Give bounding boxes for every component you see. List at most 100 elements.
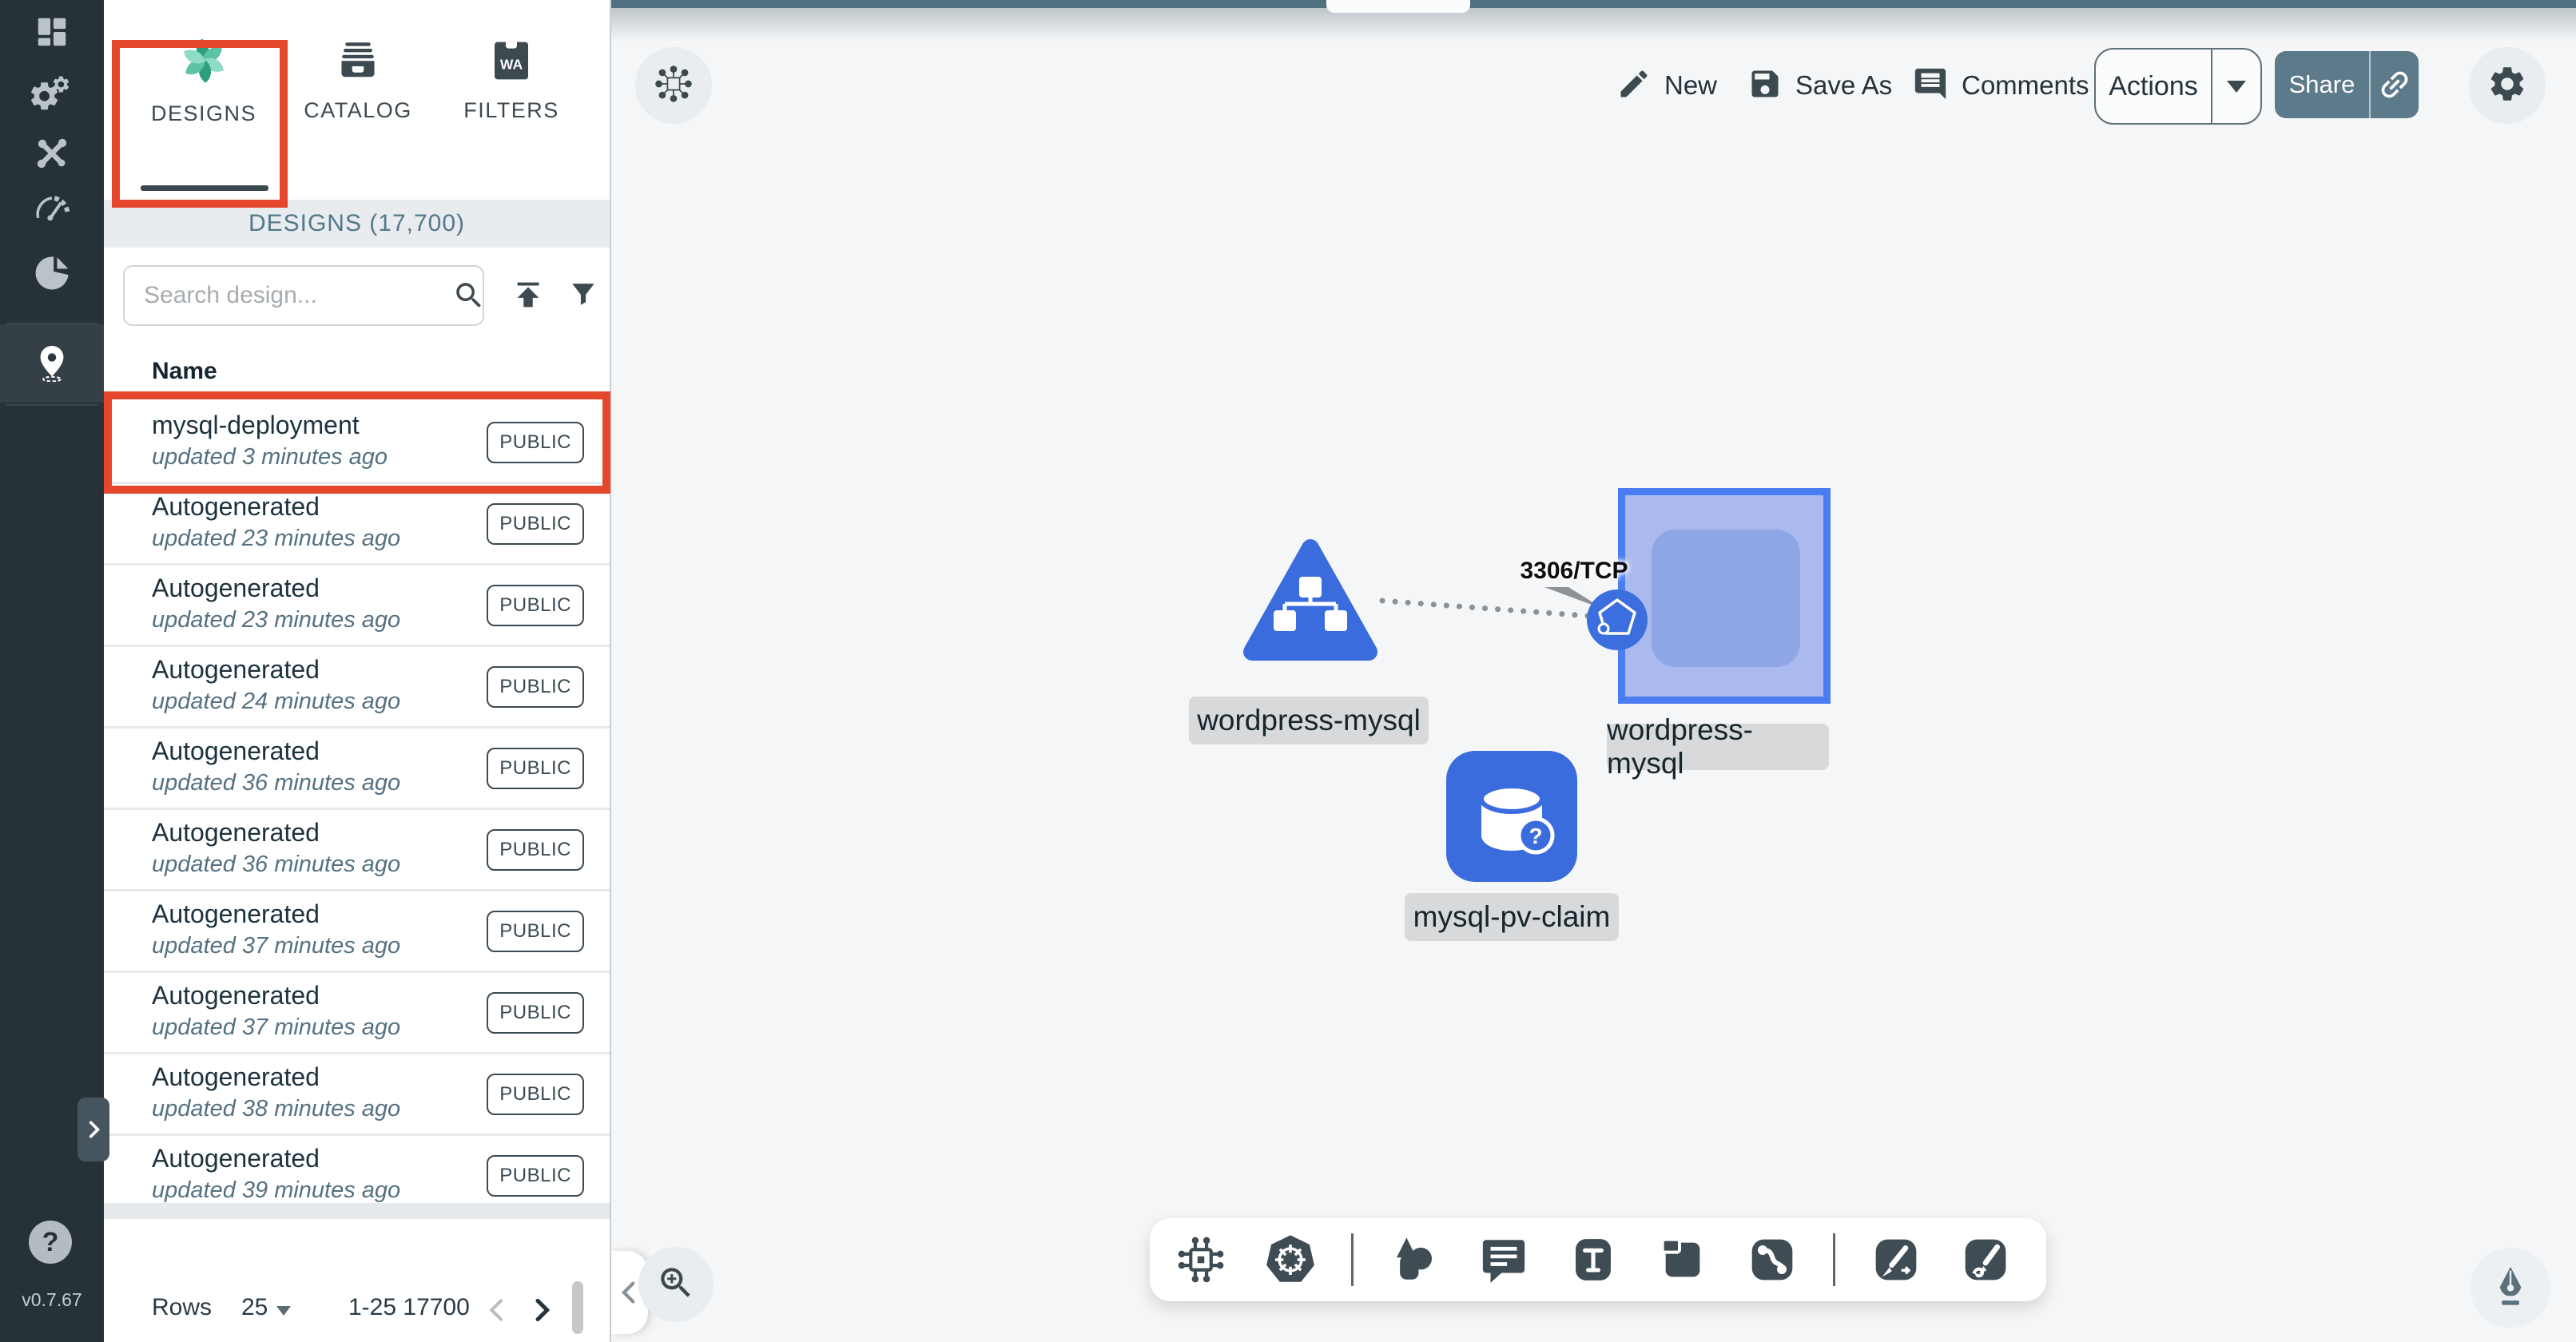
canvas-settings-button[interactable]	[2469, 47, 2546, 124]
link-icon	[2368, 58, 2420, 110]
design-name: Autogenerated	[152, 899, 320, 929]
save-as-button[interactable]: Save As	[1747, 66, 1892, 105]
pen-arrow-icon[interactable]	[1867, 1231, 1925, 1288]
visibility-badge: PUBLIC	[487, 666, 584, 708]
visibility-badge: PUBLIC	[487, 748, 584, 789]
actions-caret-button[interactable]	[2212, 50, 2260, 123]
filter-list-button[interactable]	[566, 276, 601, 316]
list-scrollbar-thumb[interactable]	[572, 1281, 583, 1334]
import-design-button[interactable]	[510, 276, 547, 317]
chevron-right-icon	[526, 1294, 558, 1326]
node-deployment-rect-selected[interactable]	[1618, 488, 1831, 704]
design-updated: updated 23 minutes ago	[152, 607, 400, 633]
sidebar-divider	[6, 404, 97, 406]
visibility-badge: PUBLIC	[487, 422, 584, 463]
chevron-left-icon	[481, 1294, 513, 1326]
design-list-item[interactable]: Autogenerated updated 23 minutes ago PUB…	[104, 484, 610, 566]
node-label: wordpress-mysql	[1189, 697, 1429, 744]
design-name: Autogenerated	[152, 737, 320, 766]
rows-per-page-caret[interactable]	[276, 1305, 291, 1320]
design-list-item[interactable]: Autogenerated updated 36 minutes ago PUB…	[104, 810, 610, 891]
sidebar-item-performance[interactable]	[0, 177, 104, 241]
design-canvas[interactable]: New Save As Comments Actions Share	[611, 0, 2576, 1342]
tab-catalog[interactable]: CATALOG	[278, 32, 438, 184]
zoom-in-button[interactable]	[638, 1247, 714, 1322]
edge-port-label: 3306/TCP	[1494, 558, 1654, 585]
design-list-item[interactable]: Autogenerated updated 37 minutes ago PUB…	[104, 891, 610, 973]
panel-title-band: DESIGNS (17,700)	[104, 200, 610, 248]
help-button[interactable]: ?	[29, 1221, 72, 1264]
next-page-button[interactable]	[523, 1291, 561, 1329]
node-service-triangle[interactable]	[1240, 534, 1381, 678]
funnel-icon	[566, 276, 601, 312]
notes-icon[interactable]	[1475, 1231, 1532, 1288]
mesh-overview-button[interactable]	[635, 47, 712, 124]
design-updated: updated 3 minutes ago	[152, 444, 388, 470]
sidebar-item-configuration[interactable]	[0, 121, 104, 185]
location-pin-icon	[33, 343, 71, 382]
sidebar-item-lifecycle[interactable]	[0, 62, 104, 126]
pen-nib-icon	[2487, 1263, 2534, 1313]
pod-inner-rect	[1652, 530, 1800, 667]
sidebar-item-dashboard[interactable]	[0, 0, 104, 64]
catalog-icon	[335, 37, 381, 87]
new-button[interactable]: New	[1616, 66, 1717, 105]
freehand-draw-icon[interactable]	[1957, 1231, 2014, 1288]
design-list-item[interactable]: Autogenerated updated 37 minutes ago PUB…	[104, 973, 610, 1054]
visibility-badge: PUBLIC	[487, 585, 584, 626]
copy-link-button[interactable]	[2371, 51, 2419, 118]
search-input[interactable]	[125, 282, 452, 309]
design-name: Autogenerated	[152, 574, 320, 603]
sidebar-item-extensions[interactable]	[0, 241, 104, 305]
pencil-icon	[1616, 66, 1652, 105]
design-list-item[interactable]: Autogenerated updated 24 minutes ago PUB…	[104, 647, 610, 729]
comments-button-label: Comments	[1962, 70, 2089, 101]
share-button[interactable]: Share	[2275, 51, 2419, 118]
design-updated: updated 36 minutes ago	[152, 770, 400, 796]
edge-layer	[611, 0, 2576, 1342]
comments-button[interactable]: Comments	[1912, 66, 2089, 105]
design-updated: updated 39 minutes ago	[152, 1177, 400, 1203]
save-icon	[1747, 66, 1783, 105]
design-list-item[interactable]: Autogenerated updated 38 minutes ago PUB…	[104, 1054, 610, 1136]
tab-filters-label: FILTERS	[463, 98, 559, 123]
shapes-icon[interactable]	[1385, 1231, 1443, 1288]
edge-endpoint-badge[interactable]	[1585, 588, 1649, 656]
design-updated: updated 38 minutes ago	[152, 1096, 400, 1122]
upload-icon	[510, 276, 547, 313]
tab-designs[interactable]: DESIGNS	[124, 32, 284, 184]
dock-divider	[1833, 1233, 1835, 1286]
caret-down-icon	[2227, 81, 2246, 93]
design-updated: updated 37 minutes ago	[152, 933, 400, 959]
section-icon[interactable]	[1654, 1231, 1711, 1288]
rows-per-page-select[interactable]: 25	[241, 1294, 268, 1321]
zoom-in-icon	[656, 1263, 696, 1307]
actions-button[interactable]: Actions	[2094, 48, 2262, 125]
design-list-item[interactable]: Autogenerated updated 23 minutes ago PUB…	[104, 566, 610, 647]
design-list-item[interactable]: Autogenerated updated 36 minutes ago PUB…	[104, 729, 610, 810]
dock-divider	[1351, 1233, 1354, 1286]
top-dock-handle[interactable]	[1326, 0, 1470, 13]
tab-filters[interactable]: WA FILTERS	[431, 32, 591, 184]
kubernetes-icon[interactable]	[1262, 1231, 1319, 1288]
crossed-tools-icon	[33, 134, 71, 173]
tab-designs-label: DESIGNS	[151, 101, 256, 126]
caret-down-icon	[276, 1306, 291, 1316]
sidebar-item-kanvas[interactable]	[0, 331, 104, 395]
search-icon	[452, 279, 486, 312]
save-as-button-label: Save As	[1795, 70, 1892, 101]
previous-page-button[interactable]	[478, 1291, 516, 1329]
design-list-item[interactable]: Autogenerated updated 39 minutes ago PUB…	[104, 1136, 610, 1203]
component-scan-icon[interactable]	[1172, 1231, 1230, 1288]
connection-icon[interactable]	[1743, 1231, 1801, 1288]
node-persistent-volume-claim[interactable]: ?	[1446, 751, 1577, 886]
design-list-item[interactable]: mysql-deployment updated 3 minutes ago P…	[104, 403, 610, 484]
tab-catalog-label: CATALOG	[304, 98, 412, 123]
text-tool-icon[interactable]	[1564, 1231, 1622, 1288]
chevron-right-icon	[83, 1118, 104, 1141]
gauge-icon	[31, 189, 73, 230]
active-tab-indicator	[141, 185, 268, 191]
sidebar-expand-handle[interactable]	[78, 1098, 109, 1161]
design-signature-button[interactable]	[2471, 1248, 2550, 1328]
designs-drawer: DESIGNS CATALOG WA	[104, 0, 611, 1342]
